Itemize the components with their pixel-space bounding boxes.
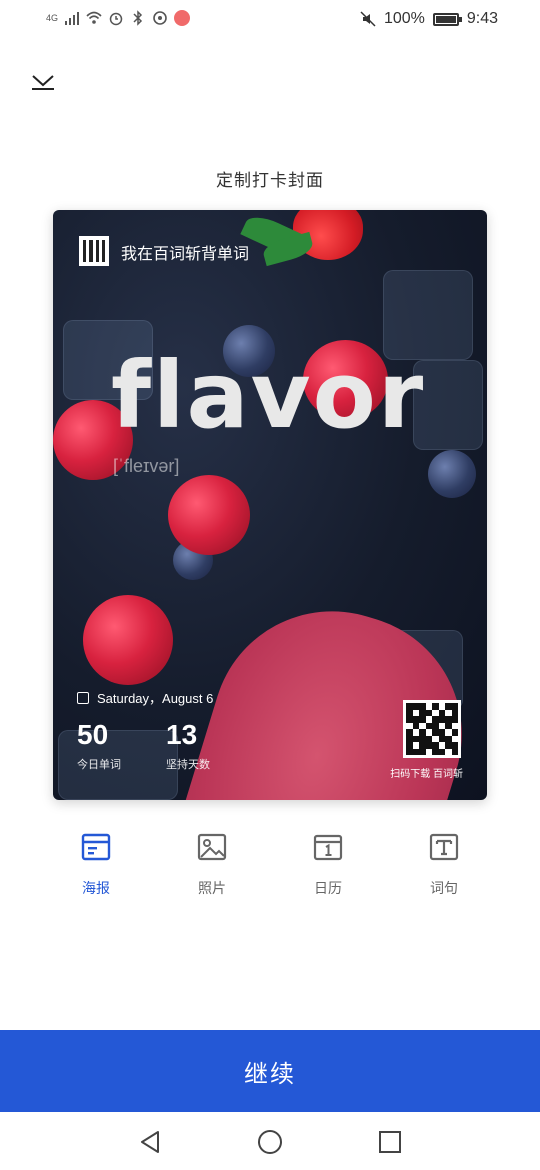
text-icon [429,833,459,861]
calendar-icon [313,834,343,861]
poster-date: Saturday，August 6 [77,688,213,707]
tab-photo[interactable]: 照片 [154,832,270,898]
bluetooth-icon [133,10,143,26]
back-icon [141,1131,159,1153]
tab-poster[interactable]: 海报 [38,832,154,898]
battery-fill [435,15,456,23]
calendar-small-icon [77,691,89,704]
data-saver-icon [153,11,167,25]
photo-icon [197,833,227,861]
app-notification-icon [174,10,191,26]
poster-phonetic: [ˈfleɪvər] [113,456,180,476]
status-bar: 4G 100% 9:43 [0,0,540,42]
home-icon [258,1130,282,1154]
brand-logo [79,236,109,266]
stat-label: 坚持天数 [166,759,210,771]
qr-label: 扫码下载 百词斩 [390,769,463,780]
stat-label: 今日单词 [77,759,121,771]
chevron-down-icon [32,75,54,90]
tab-label: 日历 [314,880,342,896]
wifi-icon [86,11,102,24]
nav-recents-button[interactable] [376,1128,404,1156]
poster-brand: 我在百词斩背单词 [121,246,250,263]
network-type: 4G [46,12,59,23]
continue-button[interactable]: 继续 [0,1030,540,1112]
battery-percent: 100% [383,10,425,27]
page-title: 定制打卡封面 [216,171,324,190]
status-right: 100% 9:43 [360,10,498,28]
mute-icon [360,11,376,27]
nav-home-button[interactable] [256,1128,284,1156]
recents-icon [379,1131,401,1153]
tab-text[interactable]: 词句 [386,832,502,898]
signal-icon [65,12,80,25]
status-left: 4G [46,10,191,26]
tab-label: 照片 [198,880,226,896]
poster-word: flavor [111,342,426,449]
qr-code [403,700,461,758]
clock: 9:43 [466,10,498,27]
tab-label: 海报 [82,880,110,896]
close-button[interactable] [28,70,58,94]
alarm-icon [109,12,123,26]
poster-preview: 我在百词斩背单词 flavor [ˈfleɪvər] Saturday，Augu… [53,210,487,800]
nav-back-button[interactable] [136,1128,164,1156]
stat-today-words: 50 今日单词 [77,720,121,772]
tab-calendar[interactable]: 日历 [270,832,386,898]
stat-streak-days: 13 坚持天数 [166,720,210,772]
tab-label: 词句 [430,880,458,896]
stat-value: 50 [77,719,109,750]
system-navbar [0,1112,540,1170]
battery-icon [432,12,462,26]
stat-value: 13 [166,719,198,750]
style-tabs: 海报 照片 日历 词句 [38,832,502,898]
poster-icon [81,833,111,861]
poster-date-text: Saturday，August 6 [97,691,214,706]
